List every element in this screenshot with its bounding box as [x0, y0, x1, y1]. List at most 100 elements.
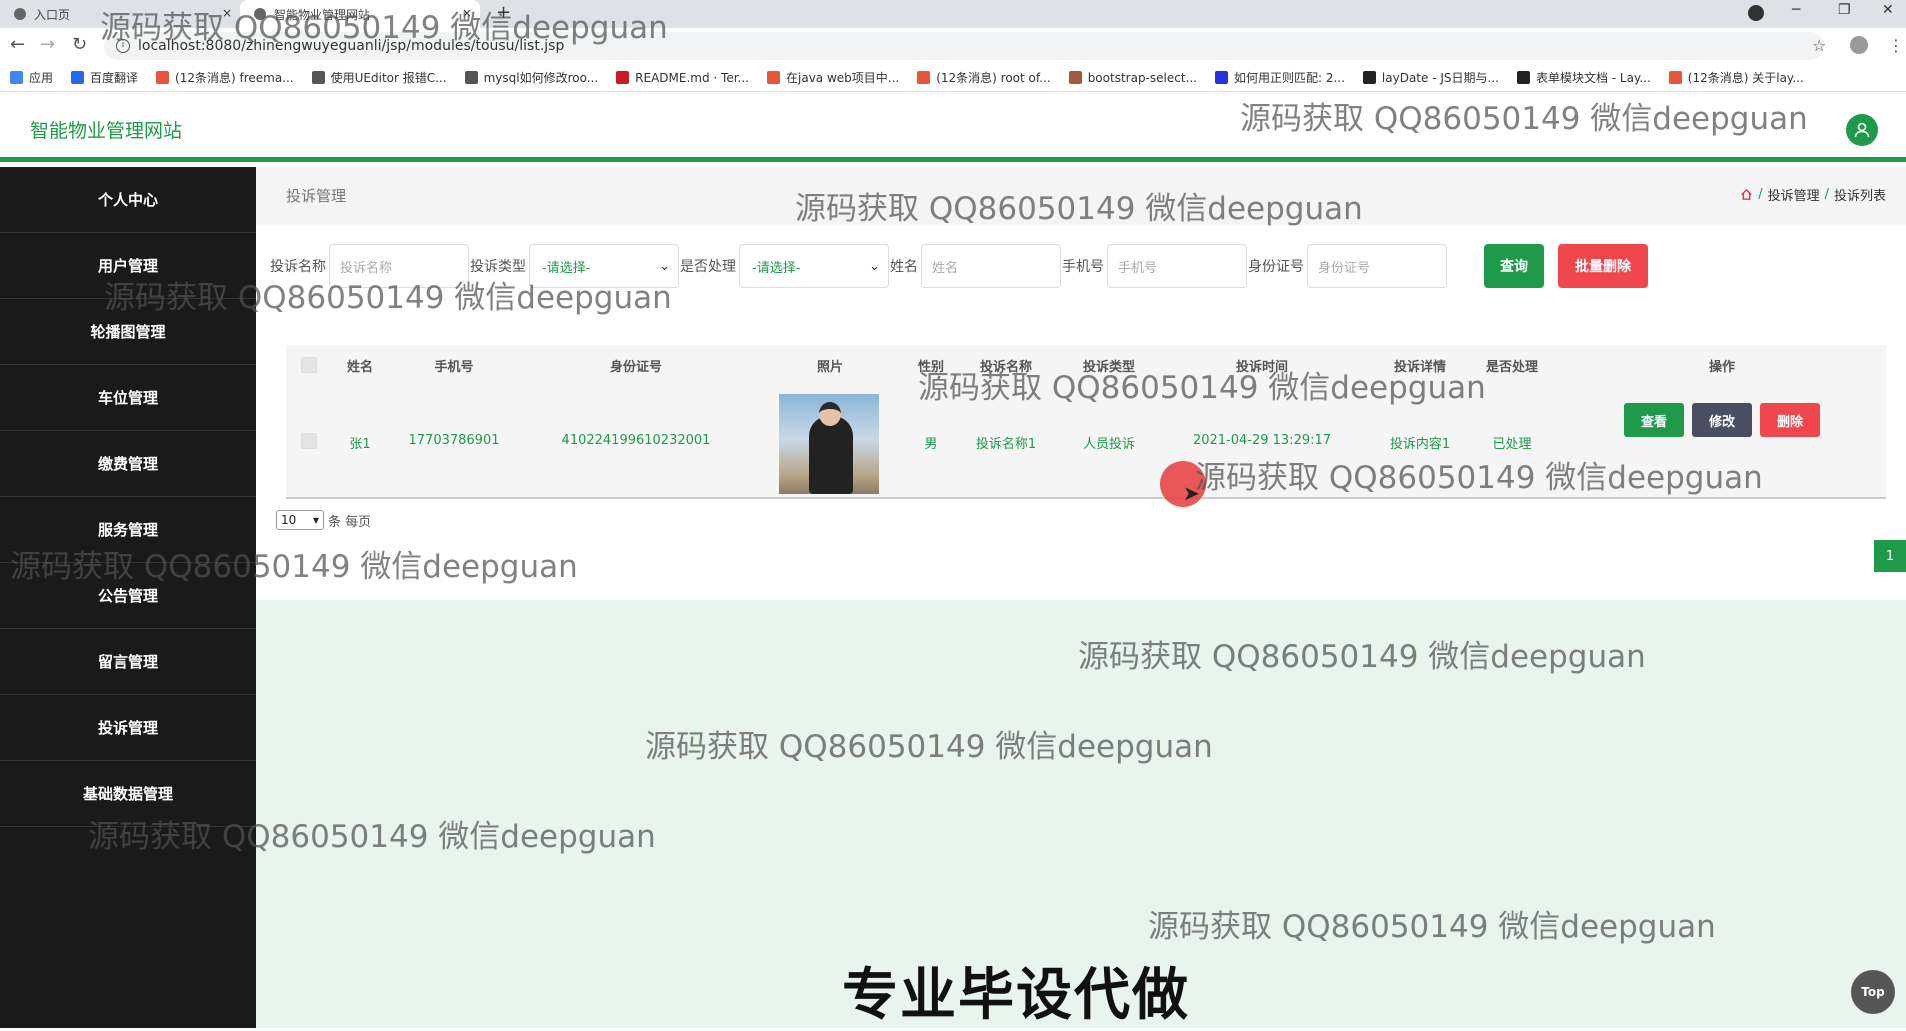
close-tab-icon[interactable]: × [462, 6, 472, 20]
user-avatar-icon[interactable] [1846, 114, 1878, 146]
row-checkbox[interactable] [301, 433, 317, 449]
handled-label: 是否处理 [680, 259, 736, 275]
main-content: 投诉管理 / 投诉管理 / 投诉列表 投诉名称 投诉名称 投诉类型 -请选择- … [256, 167, 1906, 1028]
complaint-type-label: 投诉类型 [470, 259, 526, 275]
bookmark-item[interactable]: bootstrap-select... [1068, 71, 1197, 85]
account-icon[interactable] [1850, 36, 1868, 54]
batch-delete-button[interactable]: 批量删除 [1558, 244, 1648, 288]
bookmark-item[interactable]: (12条消息) root of... [917, 69, 1051, 86]
view-button[interactable]: 查看 [1624, 403, 1684, 437]
column-header: 性别 [917, 359, 945, 375]
bookmark-label: (12条消息) 关于lay... [1687, 71, 1804, 85]
menu-icon[interactable]: ⋮ [1888, 36, 1904, 55]
column-header: 照片 [816, 359, 844, 375]
breadcrumb-bar: 投诉管理 / 投诉管理 / 投诉列表 [256, 167, 1906, 225]
bookmark-item[interactable]: 如何用正则匹配: 2... [1214, 69, 1345, 86]
complaint-name-input[interactable]: 投诉名称 [329, 244, 469, 288]
query-button[interactable]: 查询 [1484, 244, 1544, 288]
bookmarks-bar: 应用 百度翻译 (12条消息) freema... 使用UEditor 报错C... m… [0, 64, 1906, 92]
select-value: -请选择- [542, 260, 591, 276]
column-header: 姓名 [346, 359, 374, 375]
info-icon[interactable]: i [116, 39, 130, 53]
bookmark-item[interactable]: layDate - JS日期与... [1362, 69, 1499, 86]
phone-input[interactable]: 手机号 [1107, 244, 1247, 288]
reload-icon[interactable]: ↻ [72, 36, 87, 54]
page-number-button[interactable]: 1 [1874, 540, 1906, 572]
bookmark-item[interactable]: 百度翻译 [71, 69, 138, 86]
sidebar-item[interactable]: 基础数据管理 [0, 761, 256, 827]
sidebar-item[interactable]: 用户管理 [0, 233, 256, 299]
sidebar-item[interactable]: 公告管理 [0, 563, 256, 629]
minimize-icon[interactable]: ─ [1792, 2, 1800, 18]
bookmark-icon [1668, 71, 1682, 84]
browser-tab-strip: 入口页 × 智能物业管理网站 × + ─ ❐ ✕ [0, 0, 1906, 28]
breadcrumb-separator: / [1758, 187, 1763, 202]
cell-handled: 已处理 [1492, 437, 1532, 452]
forward-icon[interactable]: → [40, 36, 55, 54]
per-page-label: 条 每页 [328, 514, 372, 530]
complaint-type-select[interactable]: -请选择- ⌄ [529, 244, 679, 288]
sidebar-item[interactable]: 轮播图管理 [0, 299, 256, 365]
resident-photo[interactable] [779, 394, 879, 494]
new-tab-button[interactable]: + [496, 2, 511, 23]
sidebar-item[interactable]: 车位管理 [0, 365, 256, 431]
sidebar-item[interactable]: 个人中心 [0, 167, 256, 233]
profile-menu-icon[interactable] [1748, 5, 1764, 21]
edit-button[interactable]: 修改 [1692, 403, 1752, 437]
back-icon[interactable]: ← [10, 36, 25, 54]
page-title: 投诉管理 [286, 187, 347, 205]
breadcrumb: / 投诉管理 / 投诉列表 [1740, 185, 1886, 204]
person-name-input[interactable]: 姓名 [921, 244, 1061, 288]
close-tab-icon[interactable]: × [222, 6, 232, 20]
bookmark-item[interactable]: mysql如何修改roo... [464, 69, 598, 86]
select-all-checkbox[interactable] [301, 357, 317, 373]
bookmark-icon [1068, 71, 1082, 84]
bookmark-label: (12条消息) root of... [936, 71, 1051, 85]
sidebar-item[interactable]: 服务管理 [0, 497, 256, 563]
cell-phone: 17703786901 [408, 433, 500, 448]
bookmark-item[interactable]: README.md · Ter... [616, 71, 749, 85]
bookmark-item[interactable]: (12条消息) freema... [156, 69, 294, 86]
bookmark-item[interactable]: (12条消息) 关于lay... [1668, 69, 1804, 86]
complaint-table: 姓名 手机号 身份证号 照片 性别 投诉名称 投诉类型 投诉时间 投诉详情 是否… [286, 345, 1886, 499]
bookmark-label: (12条消息) freema... [175, 71, 294, 85]
page-size-select[interactable]: 10 ▾ [276, 510, 324, 530]
home-icon[interactable] [1740, 188, 1753, 201]
list-panel: 投诉名称 投诉名称 投诉类型 -请选择- ⌄ 是否处理 -请选择- ⌄ 姓名 姓… [256, 225, 1906, 600]
browser-tab-entry[interactable]: 入口页 × [0, 0, 240, 28]
globe-icon [14, 8, 26, 20]
id-number-input[interactable]: 身份证号 [1307, 244, 1447, 288]
browser-tab-active[interactable]: 智能物业管理网站 × [240, 0, 480, 28]
star-icon[interactable]: ☆ [1812, 36, 1826, 55]
bookmark-item[interactable]: 表单模块文档 - Lay... [1516, 69, 1651, 86]
handled-select[interactable]: -请选择- ⌄ [739, 244, 889, 288]
breadcrumb-item[interactable]: 投诉管理 [1768, 185, 1820, 204]
back-to-top-button[interactable]: Top [1851, 970, 1895, 1014]
bookmark-label: 在java web项目中... [786, 71, 900, 85]
bookmark-item[interactable]: 使用UEditor 报错C... [311, 69, 447, 86]
bookmark-item[interactable]: 在java web项目中... [767, 69, 899, 86]
sidebar-item[interactable]: 投诉管理 [0, 695, 256, 761]
bookmark-label: 应用 [29, 71, 54, 85]
bookmark-icon [616, 71, 630, 84]
column-header: 身份证号 [609, 359, 663, 375]
app-header: 智能物业管理网站 [0, 92, 1906, 162]
bookmark-icon [71, 71, 85, 84]
url-input[interactable]: i localhost:8080/zhinengwuyeguanli/jsp/m… [104, 32, 1824, 60]
complaint-name-label: 投诉名称 [270, 259, 326, 275]
bookmark-icon [1214, 71, 1228, 84]
promo-banner: 专业毕设代做 [842, 963, 1190, 1028]
column-header: 投诉时间 [1235, 359, 1289, 375]
site-title[interactable]: 智能物业管理网站 [30, 116, 182, 143]
bookmark-item[interactable]: 应用 [10, 69, 53, 86]
restore-icon[interactable]: ❐ [1838, 2, 1851, 18]
cell-complaint-detail: 投诉内容1 [1389, 437, 1451, 452]
column-header: 手机号 [434, 359, 474, 375]
column-header: 投诉详情 [1393, 359, 1447, 375]
chevron-down-icon: ⌄ [659, 258, 670, 274]
sidebar-item[interactable]: 留言管理 [0, 629, 256, 695]
id-number-label: 身份证号 [1248, 259, 1304, 275]
sidebar-item[interactable]: 缴费管理 [0, 431, 256, 497]
delete-button[interactable]: 删除 [1760, 403, 1820, 437]
close-window-icon[interactable]: ✕ [1882, 2, 1894, 18]
